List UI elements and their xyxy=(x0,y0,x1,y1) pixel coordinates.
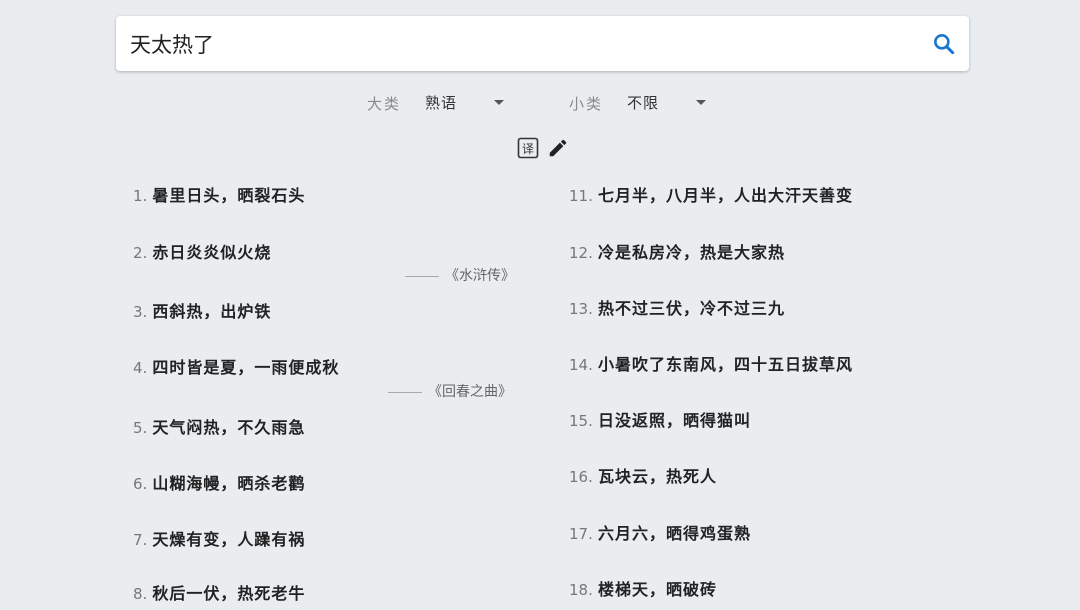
filter-bar: 大类 熟语 小类 不限 xyxy=(0,88,1080,116)
pencil-icon[interactable] xyxy=(547,137,569,159)
source-attribution: 《水浒传》 xyxy=(405,265,515,285)
list-item[interactable]: 6. 山糊海幔，晒杀老鹳 xyxy=(133,470,305,500)
list-item[interactable]: 14. 小暑吹了东南风，四十五日拔草风 xyxy=(569,351,853,381)
svg-text:译: 译 xyxy=(522,142,534,156)
list-item[interactable]: 4. 四时皆是夏，一雨便成秋 xyxy=(133,354,339,384)
minor-category-value: 不限 xyxy=(627,94,660,112)
major-category-label: 大类 xyxy=(367,95,402,113)
list-item[interactable]: 12. 冷是私房冷，热是大家热 xyxy=(569,239,785,269)
search-input[interactable] xyxy=(130,16,910,71)
major-category-value: 熟语 xyxy=(425,94,458,112)
search-box xyxy=(116,16,969,71)
list-item[interactable]: 15. 日没返照，晒得猫叫 xyxy=(569,407,751,437)
list-item[interactable]: 5. 天气闷热，不久雨急 xyxy=(133,414,305,444)
list-item[interactable]: 1. 暑里日头，晒裂石头 xyxy=(133,182,305,212)
list-item[interactable]: 2. 赤日炎炎似火烧 xyxy=(133,239,271,269)
list-item[interactable]: 3. 西斜热，出炉铁 xyxy=(133,298,271,328)
list-item[interactable]: 7. 天燥有变，人躁有祸 xyxy=(133,526,305,556)
chevron-down-icon xyxy=(696,100,706,105)
source-attribution: 《回春之曲》 xyxy=(388,381,512,401)
list-item[interactable]: 17. 六月六，晒得鸡蛋熟 xyxy=(569,520,751,550)
translate-icon[interactable]: 译 xyxy=(517,137,539,159)
list-item[interactable]: 13. 热不过三伏，冷不过三九 xyxy=(569,295,785,325)
major-category-select[interactable]: 大类 熟语 xyxy=(367,88,507,116)
list-item[interactable]: 18. 楼梯天，晒破砖 xyxy=(569,576,717,606)
chevron-down-icon xyxy=(494,100,504,105)
search-icon[interactable] xyxy=(931,31,957,57)
list-item[interactable]: 8. 秋后一伏，热死老牛 xyxy=(133,580,305,610)
list-item[interactable]: 16. 瓦块云，热死人 xyxy=(569,463,717,493)
minor-category-label: 小类 xyxy=(569,95,604,113)
list-item[interactable]: 11. 七月半，八月半，人出大汗天善变 xyxy=(569,182,853,212)
minor-category-select[interactable]: 小类 不限 xyxy=(569,88,709,116)
